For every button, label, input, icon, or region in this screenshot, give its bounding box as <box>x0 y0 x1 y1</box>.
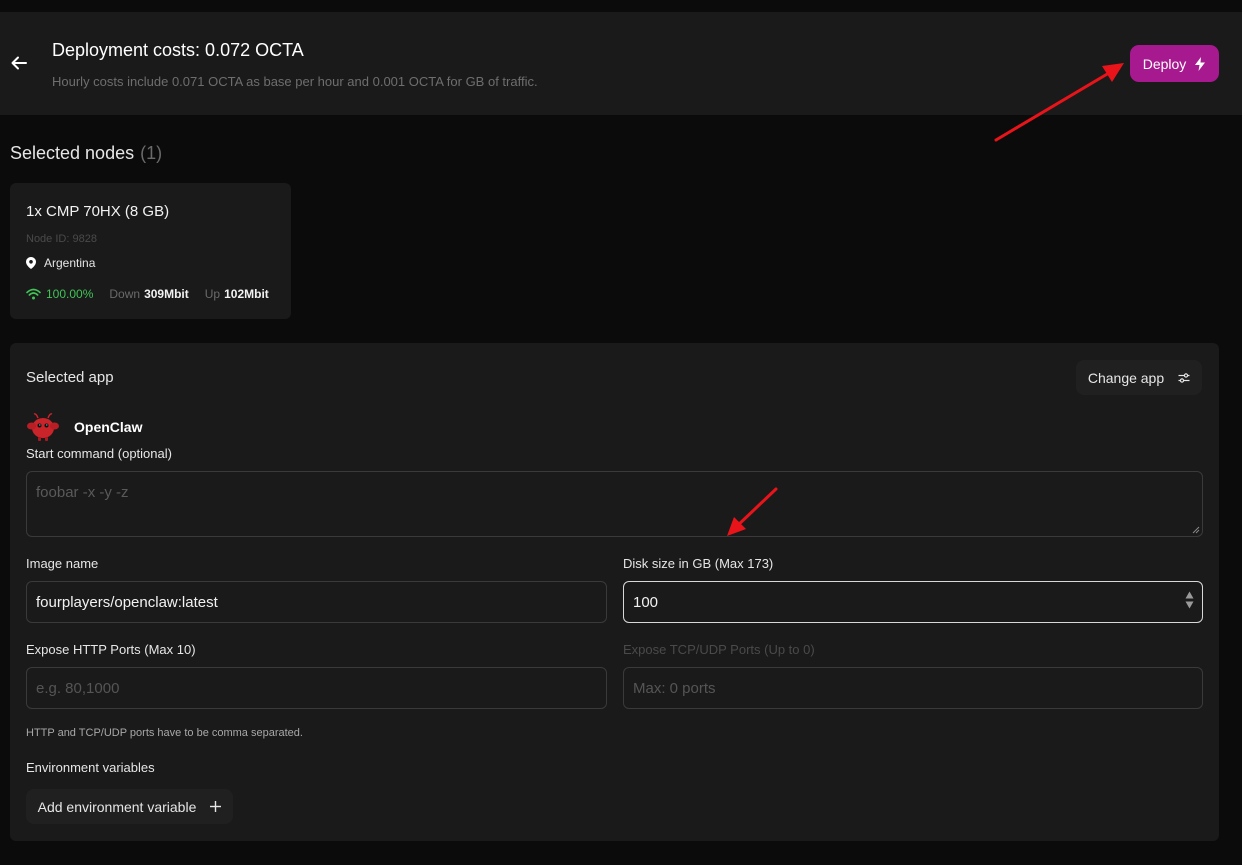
node-card[interactable]: 1x CMP 70HX (8 GB) Node ID: 9828 Argenti… <box>10 183 291 319</box>
node-id: Node ID: 9828 <box>26 233 97 245</box>
arrow-left-icon <box>11 56 27 70</box>
start-command-label: Start command (optional) <box>26 446 172 461</box>
node-down-label: Down <box>109 287 141 301</box>
selected-nodes-title: Selected nodes (1) <box>10 143 162 164</box>
deploy-label: Deploy <box>1142 55 1187 72</box>
plus-icon <box>210 801 222 812</box>
location-pin-icon <box>26 257 36 269</box>
image-name-label: Image name <box>26 556 99 571</box>
add-environment-variable-button[interactable]: Add environment variable <box>26 789 233 824</box>
start-command-placeholder: foobar -x -y -z <box>36 484 129 501</box>
node-up-label: Up <box>204 287 221 301</box>
tcp-udp-ports-label: Expose TCP/UDP Ports (Up to 0) <box>623 642 815 657</box>
deployment-cost-title: Deployment costs: 0.072 OCTA <box>52 40 304 60</box>
disk-size-value: 100 <box>633 593 659 611</box>
wifi-icon <box>26 288 41 300</box>
node-uptime: 100.00% <box>26 287 93 301</box>
selected-nodes-label: Selected nodes <box>10 143 135 163</box>
change-app-label: Change app <box>1087 369 1165 386</box>
image-name-value: fourplayers/openclaw:latest <box>36 593 218 611</box>
openclaw-logo-icon <box>27 413 59 441</box>
caret-down-icon[interactable] <box>1185 601 1194 609</box>
environment-variables-title: Environment variables <box>26 760 155 775</box>
app-name: OpenClaw <box>74 419 143 435</box>
node-up-value: 102Mbit <box>224 287 269 301</box>
selected-app-title: Selected app <box>26 369 114 386</box>
http-ports-label: Expose HTTP Ports (Max 10) <box>26 642 196 657</box>
node-down-value: 309Mbit <box>144 287 189 301</box>
add-environment-variable-label: Add environment variable <box>37 798 197 815</box>
disk-size-stepper[interactable] <box>1185 591 1194 609</box>
node-uptime-value: 100.00% <box>46 287 94 301</box>
resize-handle-icon[interactable] <box>1192 526 1200 534</box>
http-ports-placeholder: e.g. 80,1000 <box>36 679 120 697</box>
sliders-icon <box>1178 372 1190 383</box>
selected-nodes-count: (1) <box>140 143 163 163</box>
start-command-textarea[interactable]: foobar -x -y -z <box>26 471 1203 537</box>
ports-hint: HTTP and TCP/UDP ports have to be comma … <box>26 727 303 739</box>
deployment-header: Deployment costs: 0.072 OCTA Hourly cost… <box>0 12 1242 115</box>
deploy-button[interactable]: Deploy <box>1130 45 1219 82</box>
node-name: 1x CMP 70HX (8 GB) <box>26 203 170 220</box>
node-stats: 100.00% Down 309Mbit Up 102Mbit <box>26 287 269 301</box>
lightning-icon <box>1195 56 1206 71</box>
tcp-udp-ports-placeholder: Max: 0 ports <box>633 679 716 697</box>
app-identity: OpenClaw <box>26 412 142 442</box>
node-location: Argentina <box>26 256 95 270</box>
caret-up-icon[interactable] <box>1185 591 1194 599</box>
image-name-input[interactable]: fourplayers/openclaw:latest <box>26 581 607 623</box>
tcp-udp-ports-input[interactable]: Max: 0 ports <box>623 667 1203 709</box>
disk-size-label: Disk size in GB (Max 173) <box>623 556 774 571</box>
deployment-cost-subtitle: Hourly costs include 0.071 OCTA as base … <box>52 74 538 89</box>
selected-app-panel: Selected app Change app OpenClaw Start c… <box>10 343 1219 841</box>
node-location-text: Argentina <box>44 256 96 270</box>
http-ports-input[interactable]: e.g. 80,1000 <box>26 667 607 709</box>
back-button[interactable] <box>8 52 30 74</box>
disk-size-input[interactable]: 100 <box>623 581 1203 623</box>
top-strip <box>0 0 1242 12</box>
change-app-button[interactable]: Change app <box>1076 360 1202 395</box>
